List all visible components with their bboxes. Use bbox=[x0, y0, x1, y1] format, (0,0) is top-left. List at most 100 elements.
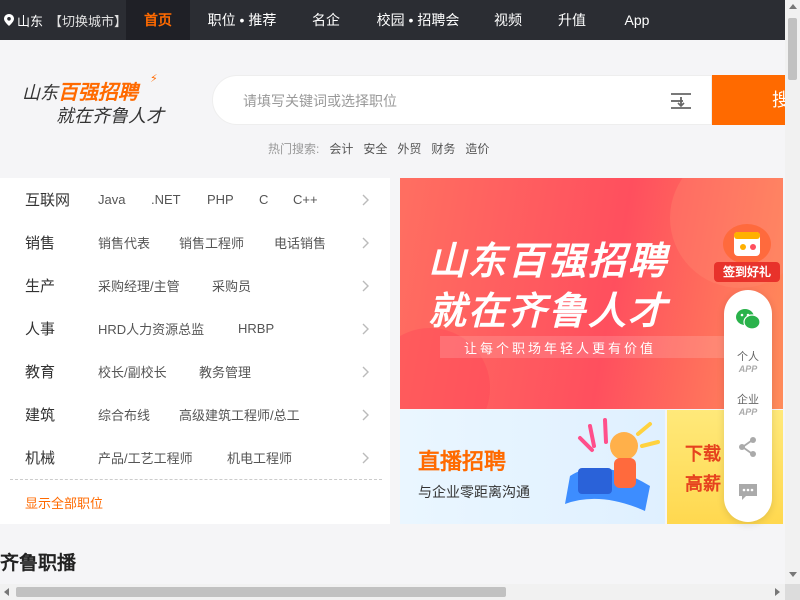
top-nav: 山东 【切换城市】 首页 职位 • 推荐 名企 校园 • 招聘会 视频 升值 A… bbox=[0, 0, 785, 40]
category-sub[interactable]: 教务管理 bbox=[199, 362, 251, 381]
category-row-hr[interactable]: 人事 HRD人力资源总监 HRBP bbox=[0, 307, 390, 350]
chevron-right-icon bbox=[362, 280, 369, 291]
category-sub[interactable]: 电话销售 bbox=[274, 233, 326, 252]
chevron-right-icon bbox=[362, 323, 369, 334]
nav-campus-fairs[interactable]: 校园 • 招聘会 bbox=[366, 0, 470, 40]
search-box bbox=[212, 75, 712, 125]
hot-keyword[interactable]: 造价 bbox=[465, 140, 489, 157]
search-input[interactable] bbox=[243, 89, 643, 113]
banner-tagline: 让每个职场年轻人更有价值 bbox=[464, 341, 657, 356]
location-pin-icon bbox=[4, 14, 14, 26]
category-sub[interactable]: C bbox=[259, 192, 268, 207]
search-button[interactable]: 搜索 bbox=[712, 75, 785, 125]
category-row-machinery[interactable]: 机械 产品/工艺工程师 机电工程师 bbox=[0, 436, 390, 479]
category-sub[interactable]: 采购经理/主管 bbox=[98, 276, 180, 295]
category-sub[interactable]: HRD人力资源总监 bbox=[98, 319, 204, 338]
scroll-down-icon[interactable] bbox=[788, 572, 797, 577]
category-row-education[interactable]: 教育 校长/副校长 教务管理 bbox=[0, 350, 390, 393]
nav-app[interactable]: App bbox=[612, 0, 662, 40]
live-illustration-icon bbox=[565, 418, 660, 511]
personal-app-sub: APP bbox=[738, 364, 758, 374]
banner-headline-1: 山东百强招聘 bbox=[428, 241, 669, 283]
category-sub[interactable]: HRBP bbox=[238, 321, 274, 336]
category-row-production[interactable]: 生产 采购经理/主管 采购员 bbox=[0, 264, 390, 307]
category-sub[interactable]: 机电工程师 bbox=[227, 448, 292, 467]
show-all-jobs-link[interactable]: 显示全部职位 bbox=[25, 493, 103, 512]
gift-calendar-icon bbox=[723, 224, 771, 264]
scrollbar-corner bbox=[785, 584, 800, 600]
nav-video[interactable]: 视频 bbox=[484, 0, 532, 40]
section-title-live: 齐鲁职播 bbox=[0, 553, 77, 574]
share-icon bbox=[739, 437, 756, 457]
location-selector[interactable]: 山东 【切换城市】 bbox=[4, 0, 127, 40]
logo-line1: 山东百强招聘 bbox=[22, 82, 138, 104]
live-banner-title: 直播招聘 bbox=[418, 449, 507, 474]
category-name: 建筑 bbox=[25, 407, 56, 424]
switch-city-link[interactable]: 【切换城市】 bbox=[49, 11, 127, 30]
category-sub[interactable]: 产品/工艺工程师 bbox=[98, 448, 193, 467]
category-name: 销售 bbox=[25, 235, 56, 252]
chevron-right-icon bbox=[362, 366, 369, 377]
category-row-construction[interactable]: 建筑 综合布线 高级建筑工程师/总工 bbox=[0, 393, 390, 436]
hot-keyword[interactable]: 安全 bbox=[363, 140, 387, 157]
filter-icon[interactable] bbox=[669, 90, 693, 112]
category-sub[interactable]: Java bbox=[98, 192, 125, 207]
nav-jobs-recommend[interactable]: 职位 • 推荐 bbox=[198, 0, 286, 40]
nav-companies[interactable]: 名企 bbox=[300, 0, 352, 40]
category-sub[interactable]: 采购员 bbox=[212, 276, 251, 295]
live-recruit-banner[interactable]: 直播招聘 与企业零距离沟通 bbox=[400, 410, 665, 524]
category-sub[interactable]: 校长/副校长 bbox=[98, 362, 167, 381]
horizontal-scrollbar[interactable] bbox=[0, 584, 785, 600]
hot-keyword[interactable]: 会计 bbox=[329, 140, 353, 157]
chevron-right-icon bbox=[362, 409, 369, 420]
location-name: 山东 bbox=[17, 13, 44, 29]
category-row-internet[interactable]: 互联网 Java .NET PHP C C++ bbox=[0, 178, 390, 221]
scroll-up-icon[interactable] bbox=[788, 4, 797, 9]
floating-sidebar: 个人 APP 企业 APP bbox=[724, 290, 772, 522]
personal-app-button[interactable]: 个人 APP bbox=[724, 350, 772, 375]
category-sub[interactable]: PHP bbox=[207, 192, 234, 207]
nav-upgrade[interactable]: 升值 bbox=[548, 0, 596, 40]
wechat-icon bbox=[736, 309, 761, 330]
checkin-gift-badge[interactable]: 签到好礼 bbox=[714, 218, 780, 282]
download-banner-line2: 高薪 bbox=[685, 474, 721, 494]
logo-spark-icon: ⚡ bbox=[150, 73, 158, 85]
category-sub[interactable]: .NET bbox=[151, 192, 181, 207]
category-name: 生产 bbox=[25, 278, 56, 295]
category-row-sales[interactable]: 销售 销售代表 销售工程师 电话销售 bbox=[0, 221, 390, 264]
vertical-scrollbar[interactable] bbox=[785, 0, 800, 600]
live-banner-subtitle: 与企业零距离沟通 bbox=[418, 484, 530, 500]
chevron-right-icon bbox=[362, 452, 369, 463]
category-sub[interactable]: C++ bbox=[293, 192, 318, 207]
banner-headline-2: 就在齐鲁人才 bbox=[428, 291, 669, 333]
category-sub[interactable]: 综合布线 bbox=[98, 405, 150, 424]
hot-keyword[interactable]: 财务 bbox=[431, 140, 455, 157]
category-sub[interactable]: 销售代表 bbox=[98, 233, 150, 252]
hot-label: 热门搜索: bbox=[268, 142, 320, 156]
share-button[interactable] bbox=[724, 436, 772, 463]
company-app-sub: APP bbox=[738, 407, 758, 417]
category-sub[interactable]: 销售工程师 bbox=[179, 233, 244, 252]
category-name: 人事 bbox=[25, 321, 56, 338]
category-divider bbox=[10, 479, 382, 480]
download-banner-line1: 下载 bbox=[685, 444, 721, 464]
scroll-left-icon[interactable] bbox=[4, 588, 9, 596]
hot-keyword[interactable]: 外贸 bbox=[397, 140, 421, 157]
wechat-button[interactable] bbox=[724, 308, 772, 335]
category-name: 教育 bbox=[25, 364, 56, 381]
horizontal-scroll-thumb[interactable] bbox=[16, 587, 506, 597]
chat-icon bbox=[739, 484, 757, 500]
chevron-right-icon bbox=[362, 237, 369, 248]
category-name: 互联网 bbox=[25, 192, 71, 209]
personal-app-label: 个人 bbox=[737, 351, 759, 363]
nav-home[interactable]: 首页 bbox=[126, 0, 190, 40]
vertical-scroll-thumb[interactable] bbox=[788, 18, 797, 80]
company-app-label: 企业 bbox=[737, 394, 759, 406]
scroll-right-icon[interactable] bbox=[775, 588, 780, 596]
gift-label: 签到好礼 bbox=[714, 262, 780, 282]
hot-searches: 热门搜索: 会计 安全 外贸 财务 造价 bbox=[268, 140, 489, 157]
category-sub[interactable]: 高级建筑工程师/总工 bbox=[179, 405, 300, 424]
chat-button[interactable] bbox=[724, 482, 772, 507]
company-app-button[interactable]: 企业 APP bbox=[724, 393, 772, 418]
site-logo[interactable]: 山东百强招聘 ⚡ 就在齐鲁人才 bbox=[22, 72, 172, 132]
